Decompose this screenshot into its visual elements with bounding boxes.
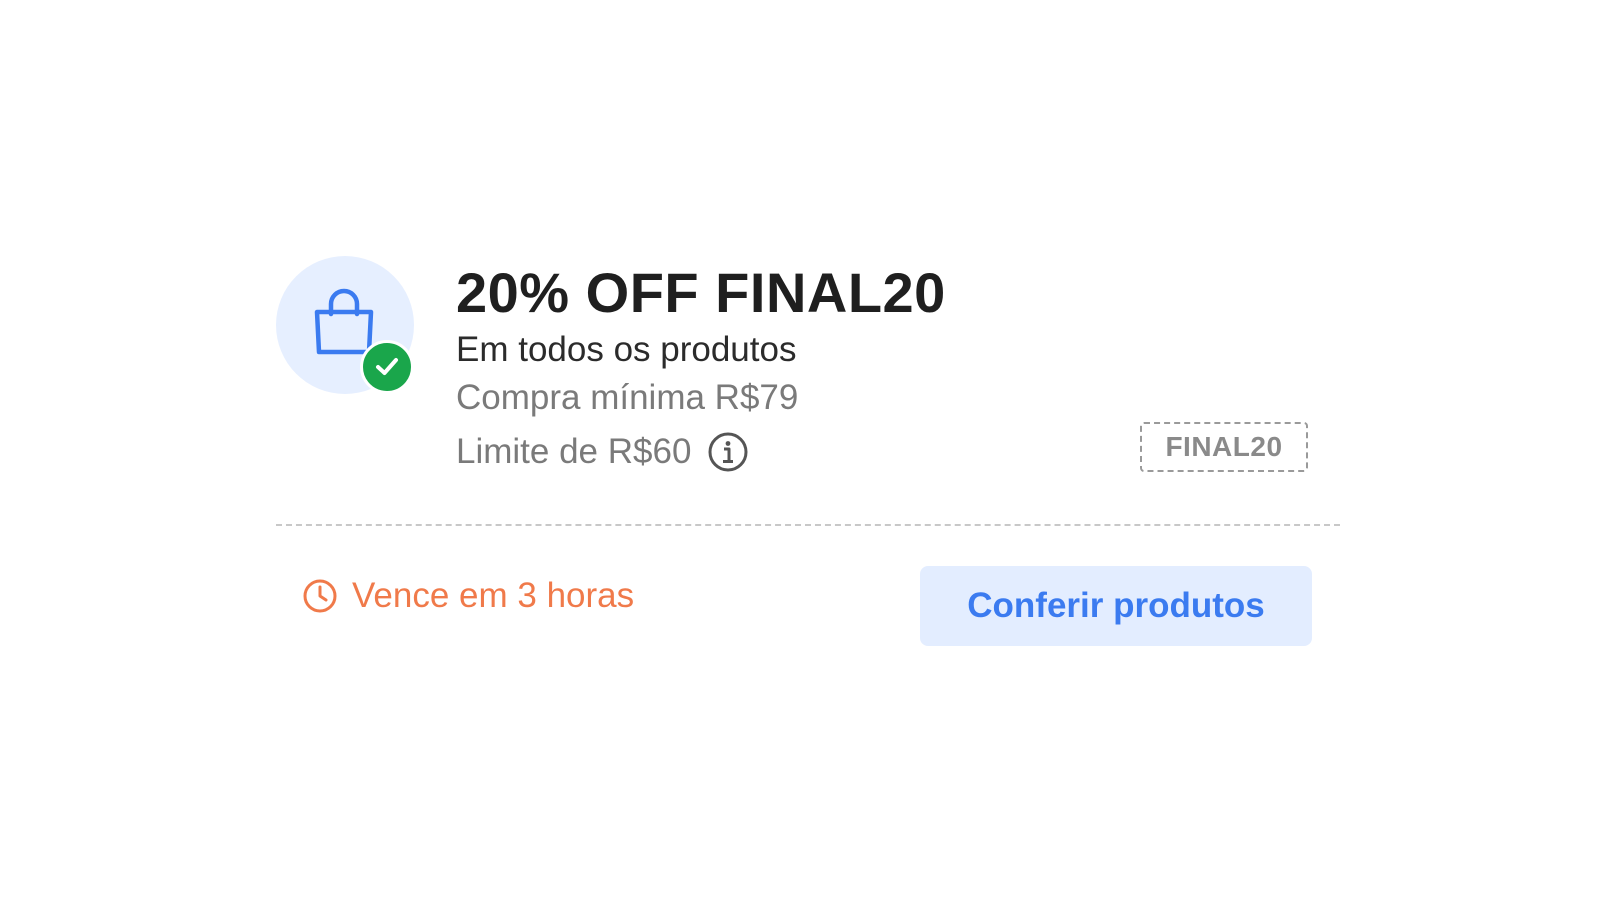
dashed-divider (276, 524, 1340, 526)
expiry-info: Vence em 3 horas (302, 576, 634, 616)
coupon-subtitle: Em todos os produtos (456, 330, 797, 369)
check-icon (376, 358, 398, 375)
coupon-icon-circle (276, 256, 414, 394)
info-icon[interactable] (707, 431, 749, 473)
coupon-title: 20% OFF FINAL20 (456, 261, 946, 324)
discount-limit-text: Limite de R$60 (456, 432, 692, 471)
minimum-purchase-text: Compra mínima R$79 (456, 378, 799, 417)
view-products-button[interactable]: Conferir produtos (920, 566, 1312, 646)
clock-icon (303, 579, 337, 613)
check-badge (360, 340, 414, 394)
coupon-card: 20% OFF FINAL20 Em todos os produtos Com… (276, 250, 1340, 650)
discount-limit-row: Limite de R$60 (456, 430, 749, 474)
coupon-code-tag[interactable]: FINAL20 (1140, 422, 1308, 472)
expiry-text: Vence em 3 horas (352, 576, 635, 615)
